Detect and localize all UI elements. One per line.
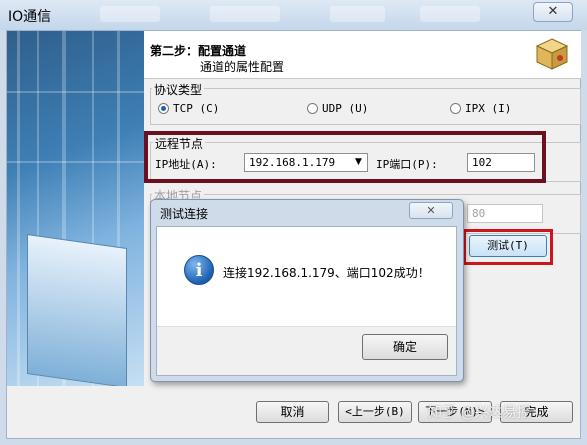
chevron-down-icon[interactable]: ▼ (355, 157, 362, 167)
ip-address-label: IP地址(A): (155, 158, 217, 171)
remote-group-label: 远程节点 (153, 135, 206, 152)
ipx-radio[interactable] (450, 103, 461, 114)
titlebar-ghost (330, 6, 385, 22)
prev-button[interactable]: <上一步(B) (338, 401, 412, 423)
close-button[interactable]: ✕ (533, 2, 573, 22)
step-subtitle: 通道的属性配置 (200, 60, 285, 74)
protocol-group-label: 协议类型 (152, 81, 205, 98)
test-button[interactable]: 测试(T) (469, 235, 547, 257)
dialog-close-button[interactable]: ✕ (409, 202, 453, 219)
ipx-radio-label[interactable]: IPX (I) (465, 102, 511, 115)
titlebar-ghost (100, 6, 160, 22)
cancel-button[interactable]: 取消 (256, 401, 329, 423)
title-bar (0, 0, 587, 30)
tcp-radio-label[interactable]: TCP (C) (173, 102, 219, 115)
udp-radio-label[interactable]: UDP (U) (322, 102, 368, 115)
ok-button[interactable]: 确定 (362, 334, 448, 360)
ip-port-label: IP端口(P): (376, 158, 438, 171)
step-title: 第二步：配置通道 (150, 44, 247, 58)
watermark: 知乎 @兴达易控 (428, 405, 531, 421)
tcp-radio[interactable] (158, 103, 169, 114)
ip-address-value[interactable]: 192.168.1.179 (249, 156, 335, 169)
info-icon: i (184, 255, 214, 285)
titlebar-ghost (210, 6, 280, 22)
ip-port-value[interactable]: 102 (472, 156, 492, 169)
titlebar-ghost (420, 6, 480, 22)
window-title: IO通信 (8, 9, 52, 25)
udp-radio[interactable] (307, 103, 318, 114)
dialog-title: 测试连接 (160, 207, 209, 221)
package-icon (535, 38, 569, 70)
local-port-value[interactable]: 80 (472, 207, 485, 220)
dialog-message: 连接192.168.1.179、端口102成功！ (223, 266, 430, 280)
wizard-side-image (7, 31, 144, 386)
device-graphic (27, 233, 127, 386)
